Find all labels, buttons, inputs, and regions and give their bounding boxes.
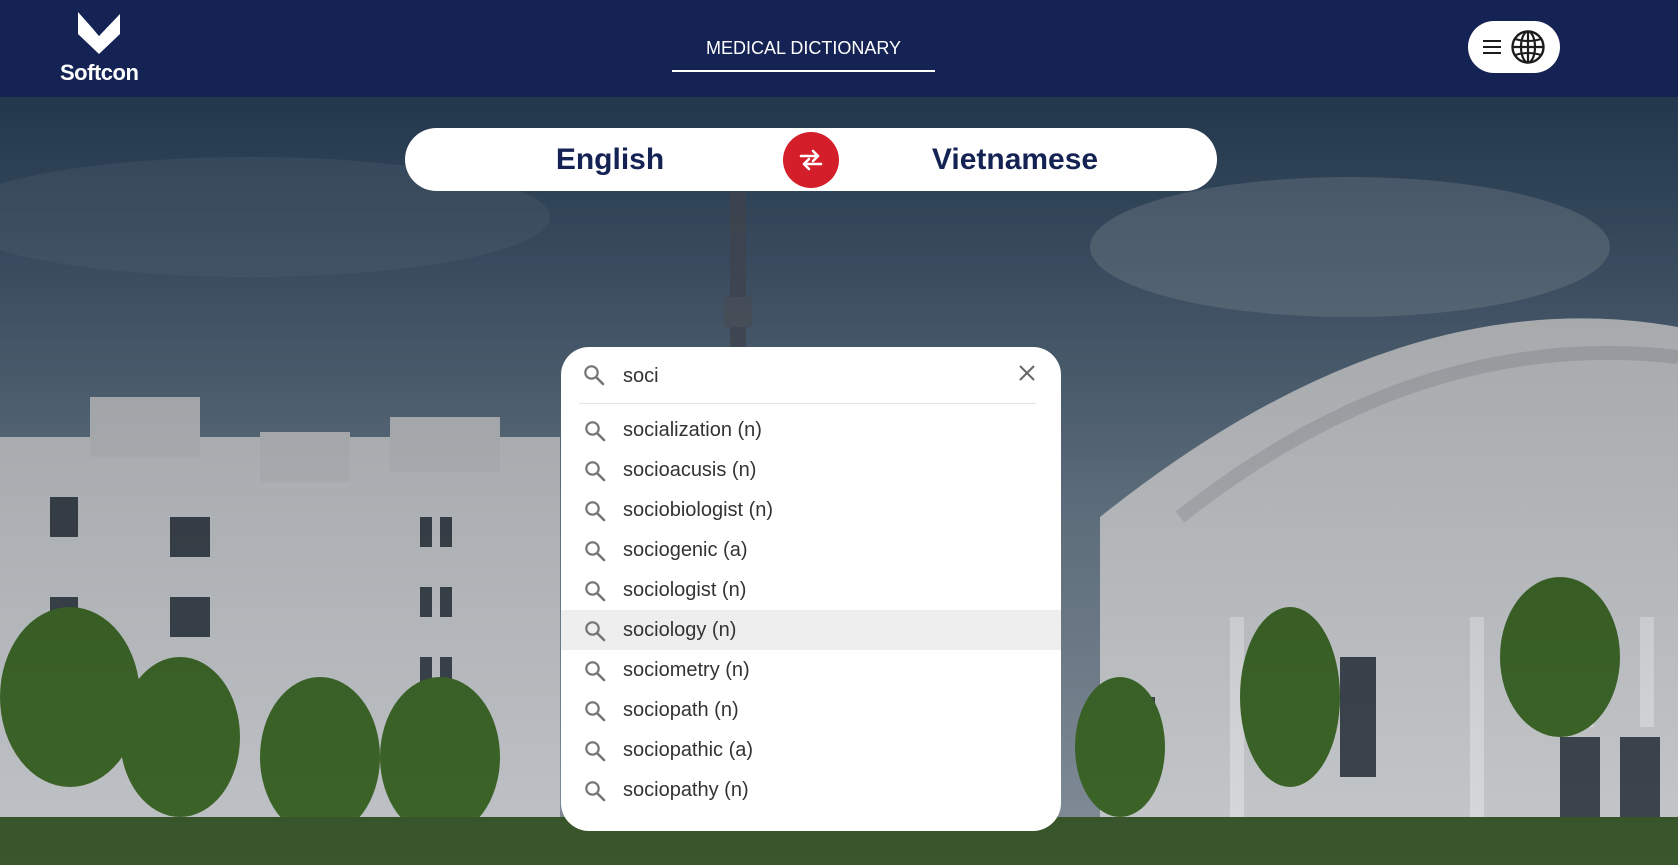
- swap-languages-button[interactable]: [783, 132, 839, 188]
- search-icon: [584, 620, 606, 647]
- language-switcher: English Vietnamese: [405, 128, 1217, 191]
- target-language[interactable]: Vietnamese: [890, 128, 1140, 191]
- suggestion-item[interactable]: socialization (n): [561, 410, 1061, 450]
- search-icon: [584, 780, 606, 807]
- header-menu-pill[interactable]: [1468, 21, 1560, 73]
- softcon-logo-icon: [78, 12, 120, 54]
- search-dropdown: socialization (n) socioacusis (n) sociob…: [561, 347, 1061, 831]
- search-icon: [584, 460, 606, 487]
- search-icon: [584, 660, 606, 687]
- search-bar: [579, 347, 1036, 404]
- clear-search-button[interactable]: [1016, 362, 1038, 384]
- suggestion-label: sociobiologist (n): [623, 499, 774, 521]
- suggestion-label: socialization (n): [623, 419, 762, 441]
- search-icon: [584, 540, 606, 567]
- search-icon: [584, 420, 606, 447]
- swap-arrows-icon: [799, 149, 823, 171]
- source-language[interactable]: English: [485, 128, 735, 191]
- brand-name: Softcon: [60, 60, 139, 85]
- search-icon: [584, 700, 606, 727]
- suggestion-label: socioacusis (n): [623, 459, 757, 481]
- search-input[interactable]: [623, 357, 983, 395]
- search-icon: [583, 364, 605, 391]
- close-icon: [1019, 365, 1035, 381]
- suggestion-label: sociogenic (a): [623, 539, 748, 561]
- suggestion-label: sociologist (n): [623, 579, 747, 601]
- suggestion-item[interactable]: sociogenic (a): [561, 530, 1061, 570]
- suggestion-label: sociometry (n): [623, 659, 750, 681]
- suggestion-label: sociopathic (a): [623, 739, 754, 761]
- suggestion-item[interactable]: sociopath (n): [561, 690, 1061, 730]
- suggestion-item[interactable]: sociopathy (n): [561, 770, 1061, 810]
- suggestion-item[interactable]: socioacusis (n): [561, 450, 1061, 490]
- suggestion-item[interactable]: sociology (n): [561, 610, 1061, 650]
- suggestion-label: sociology (n): [623, 619, 737, 641]
- search-icon: [584, 740, 606, 767]
- search-icon: [584, 580, 606, 607]
- top-header: Softcon MEDICAL DICTIONARY: [0, 0, 1678, 97]
- nav-medical-dictionary[interactable]: MEDICAL DICTIONARY: [672, 28, 935, 72]
- suggestion-item[interactable]: sociometry (n): [561, 650, 1061, 690]
- suggestion-item[interactable]: sociopathic (a): [561, 730, 1061, 770]
- suggestion-label: sociopath (n): [623, 699, 739, 721]
- globe-icon[interactable]: [1511, 30, 1545, 64]
- suggestion-label: sociopathy (n): [623, 779, 749, 801]
- brand-logo[interactable]: Softcon: [56, 10, 144, 86]
- search-icon: [584, 500, 606, 527]
- suggestion-item[interactable]: sociologist (n): [561, 570, 1061, 610]
- suggestion-list: socialization (n) socioacusis (n) sociob…: [561, 410, 1061, 810]
- hamburger-icon[interactable]: [1483, 40, 1501, 54]
- suggestion-item[interactable]: sociobiologist (n): [561, 490, 1061, 530]
